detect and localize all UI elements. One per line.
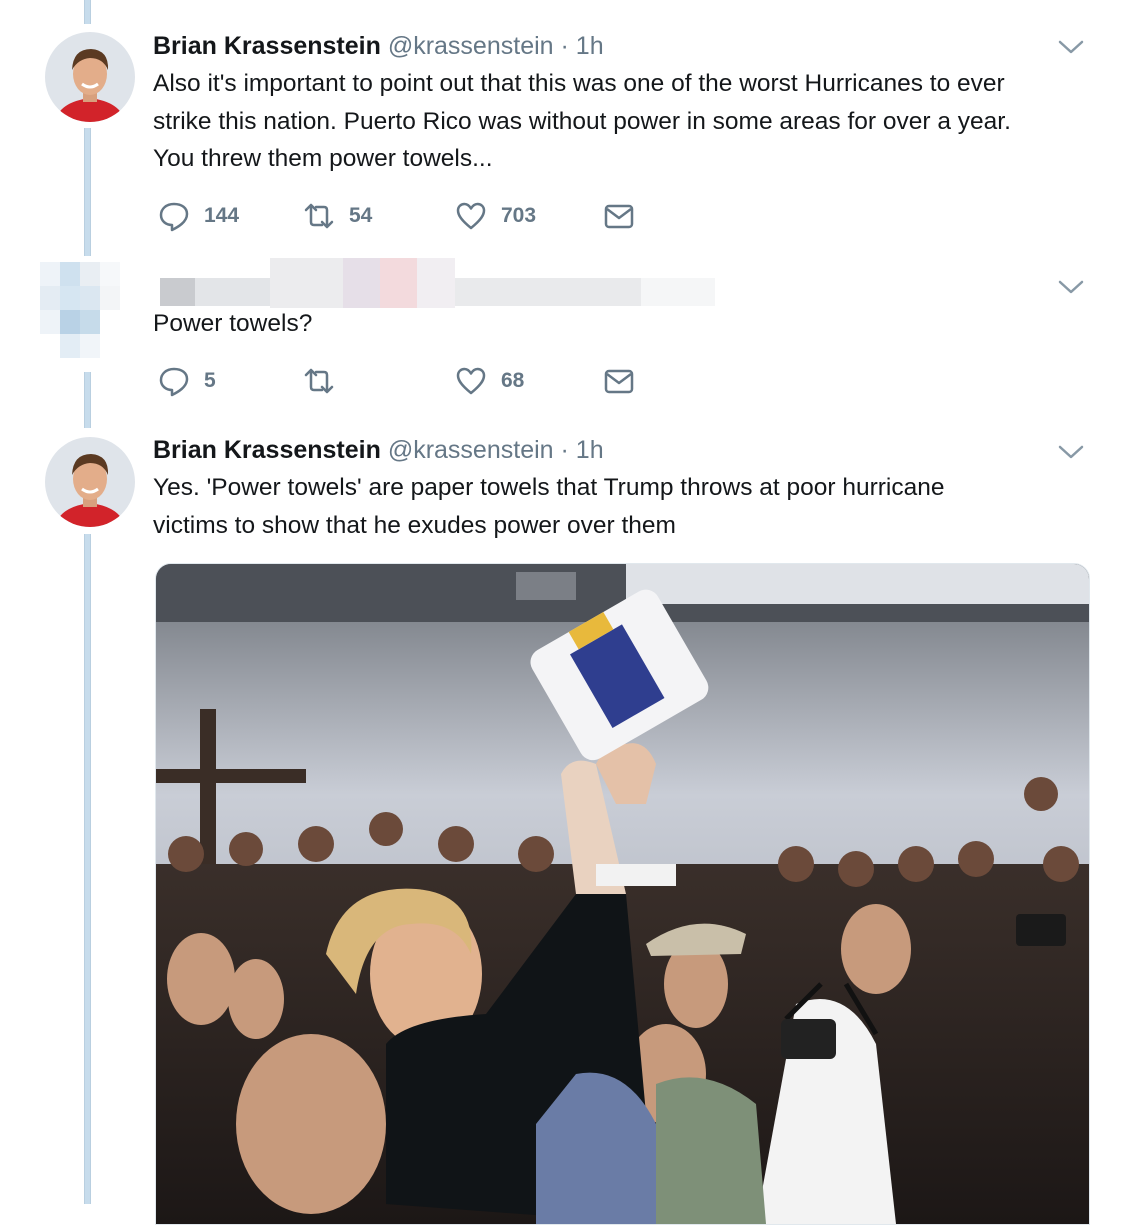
timestamp[interactable]: 1h: [576, 436, 604, 464]
retweet-icon: [304, 203, 334, 229]
author-handle[interactable]: @krassenstein: [388, 436, 554, 464]
thread-line-3: [84, 534, 91, 1204]
reply-button[interactable]: 5: [158, 365, 216, 397]
retweet-count: 54: [349, 204, 373, 227]
avatar[interactable]: [45, 437, 135, 527]
tweet-text: Yes. 'Power towels' are paper towels tha…: [153, 469, 1093, 544]
envelope-icon: [604, 369, 634, 394]
retweet-icon: [304, 368, 334, 394]
tweet-text-line: Power towels?: [153, 310, 313, 337]
tweet-photo[interactable]: [155, 563, 1090, 1225]
author-name[interactable]: Brian Krassenstein: [153, 32, 381, 60]
thread-line-2: [84, 372, 91, 428]
heart-icon: [456, 367, 486, 395]
like-button[interactable]: 703: [455, 200, 536, 232]
reply-icon: [159, 202, 189, 232]
tweet-text-line: victims to show that he exudes power ove…: [153, 511, 676, 539]
reply-count: 5: [204, 369, 216, 392]
thread-line-top: [84, 0, 91, 24]
tweet-text-line: Also it's important to point out that th…: [153, 70, 1005, 97]
reply-button[interactable]: 144: [158, 200, 239, 232]
retweet-button[interactable]: 54: [303, 200, 372, 232]
like-count: 68: [501, 369, 525, 392]
author-name[interactable]: Brian Krassenstein: [153, 436, 381, 464]
heart-icon: [456, 202, 486, 230]
like-button[interactable]: 68: [455, 365, 524, 397]
header-separator: ·: [560, 436, 569, 464]
chevron-down-icon[interactable]: [1057, 38, 1085, 56]
tweet-text-line: You threw them power towels...: [153, 145, 493, 172]
timestamp[interactable]: 1h: [576, 32, 604, 60]
header-separator: ·: [560, 32, 569, 60]
chevron-down-icon[interactable]: [1057, 278, 1085, 296]
tweet-text: Also it's important to point out that th…: [153, 65, 1093, 178]
tweet-header: Brian Krassenstein @krassenstein · 1h: [153, 436, 604, 465]
tweet-text-line: strike this nation. Puerto Rico was with…: [153, 107, 1011, 135]
tweet-text: Power towels?: [153, 305, 1093, 343]
dm-button[interactable]: [603, 200, 635, 232]
redacted-avatar[interactable]: [40, 262, 120, 358]
dm-button[interactable]: [603, 365, 635, 397]
tweet-header: Brian Krassenstein @krassenstein · 1h: [153, 32, 604, 61]
author-handle[interactable]: @krassenstein: [388, 32, 554, 60]
redacted-author: [160, 258, 715, 308]
reply-icon: [159, 367, 189, 397]
envelope-icon: [604, 204, 634, 229]
reply-count: 144: [204, 204, 240, 227]
tweet-text-line: Yes. 'Power towels' are paper towels tha…: [153, 474, 945, 501]
like-count: 703: [501, 204, 537, 227]
chevron-down-icon[interactable]: [1057, 443, 1085, 461]
avatar[interactable]: [45, 32, 135, 122]
retweet-button[interactable]: [303, 365, 349, 397]
thread-line-1: [84, 128, 91, 256]
